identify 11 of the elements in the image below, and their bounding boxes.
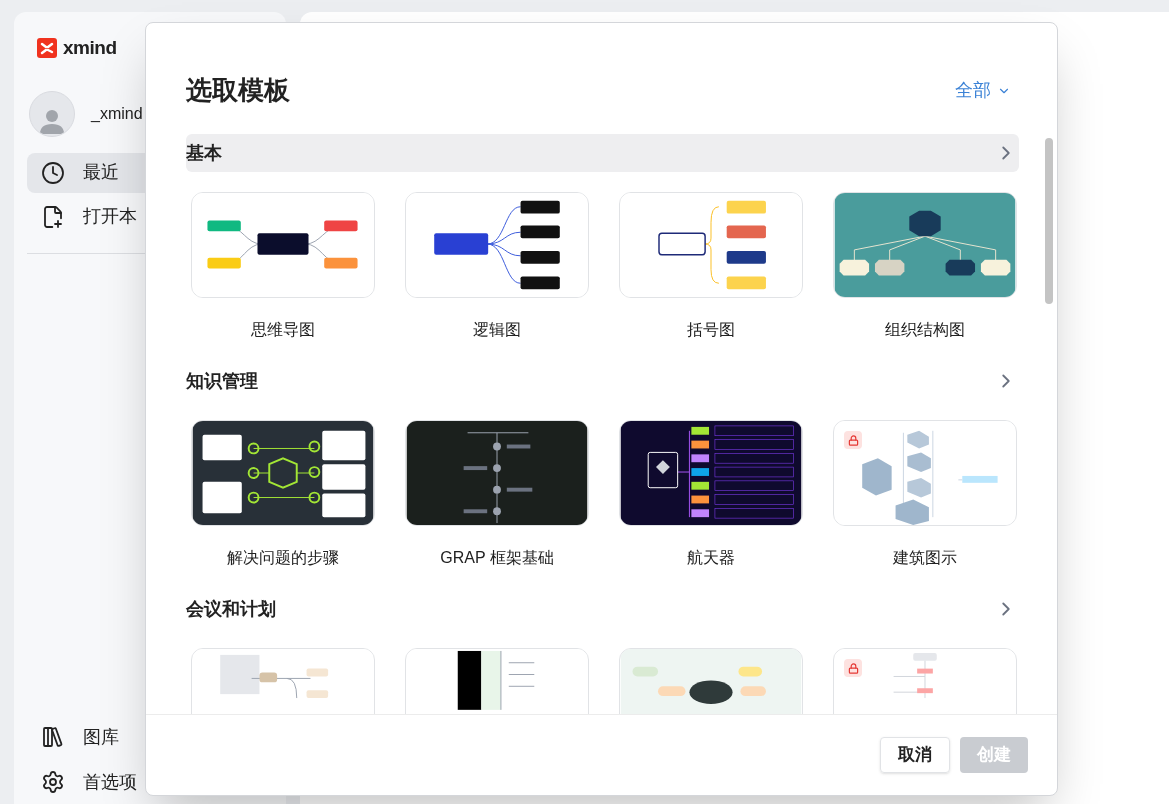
- dialog-title: 选取模板: [186, 74, 290, 107]
- user-name: _xmind: [91, 103, 143, 124]
- template-name: 括号图: [687, 320, 735, 340]
- template-name: 航天器: [687, 548, 735, 568]
- template-name: 组织结构图: [885, 320, 965, 340]
- template-name: 建筑图示: [893, 548, 957, 568]
- template-name: 解决问题的步骤: [227, 548, 339, 568]
- template-name: 思维导图: [251, 320, 315, 340]
- app-logo-text: xmind: [63, 36, 117, 60]
- template-name: 逻辑图: [473, 320, 521, 340]
- template-name: GRAP 框架基础: [440, 548, 554, 568]
